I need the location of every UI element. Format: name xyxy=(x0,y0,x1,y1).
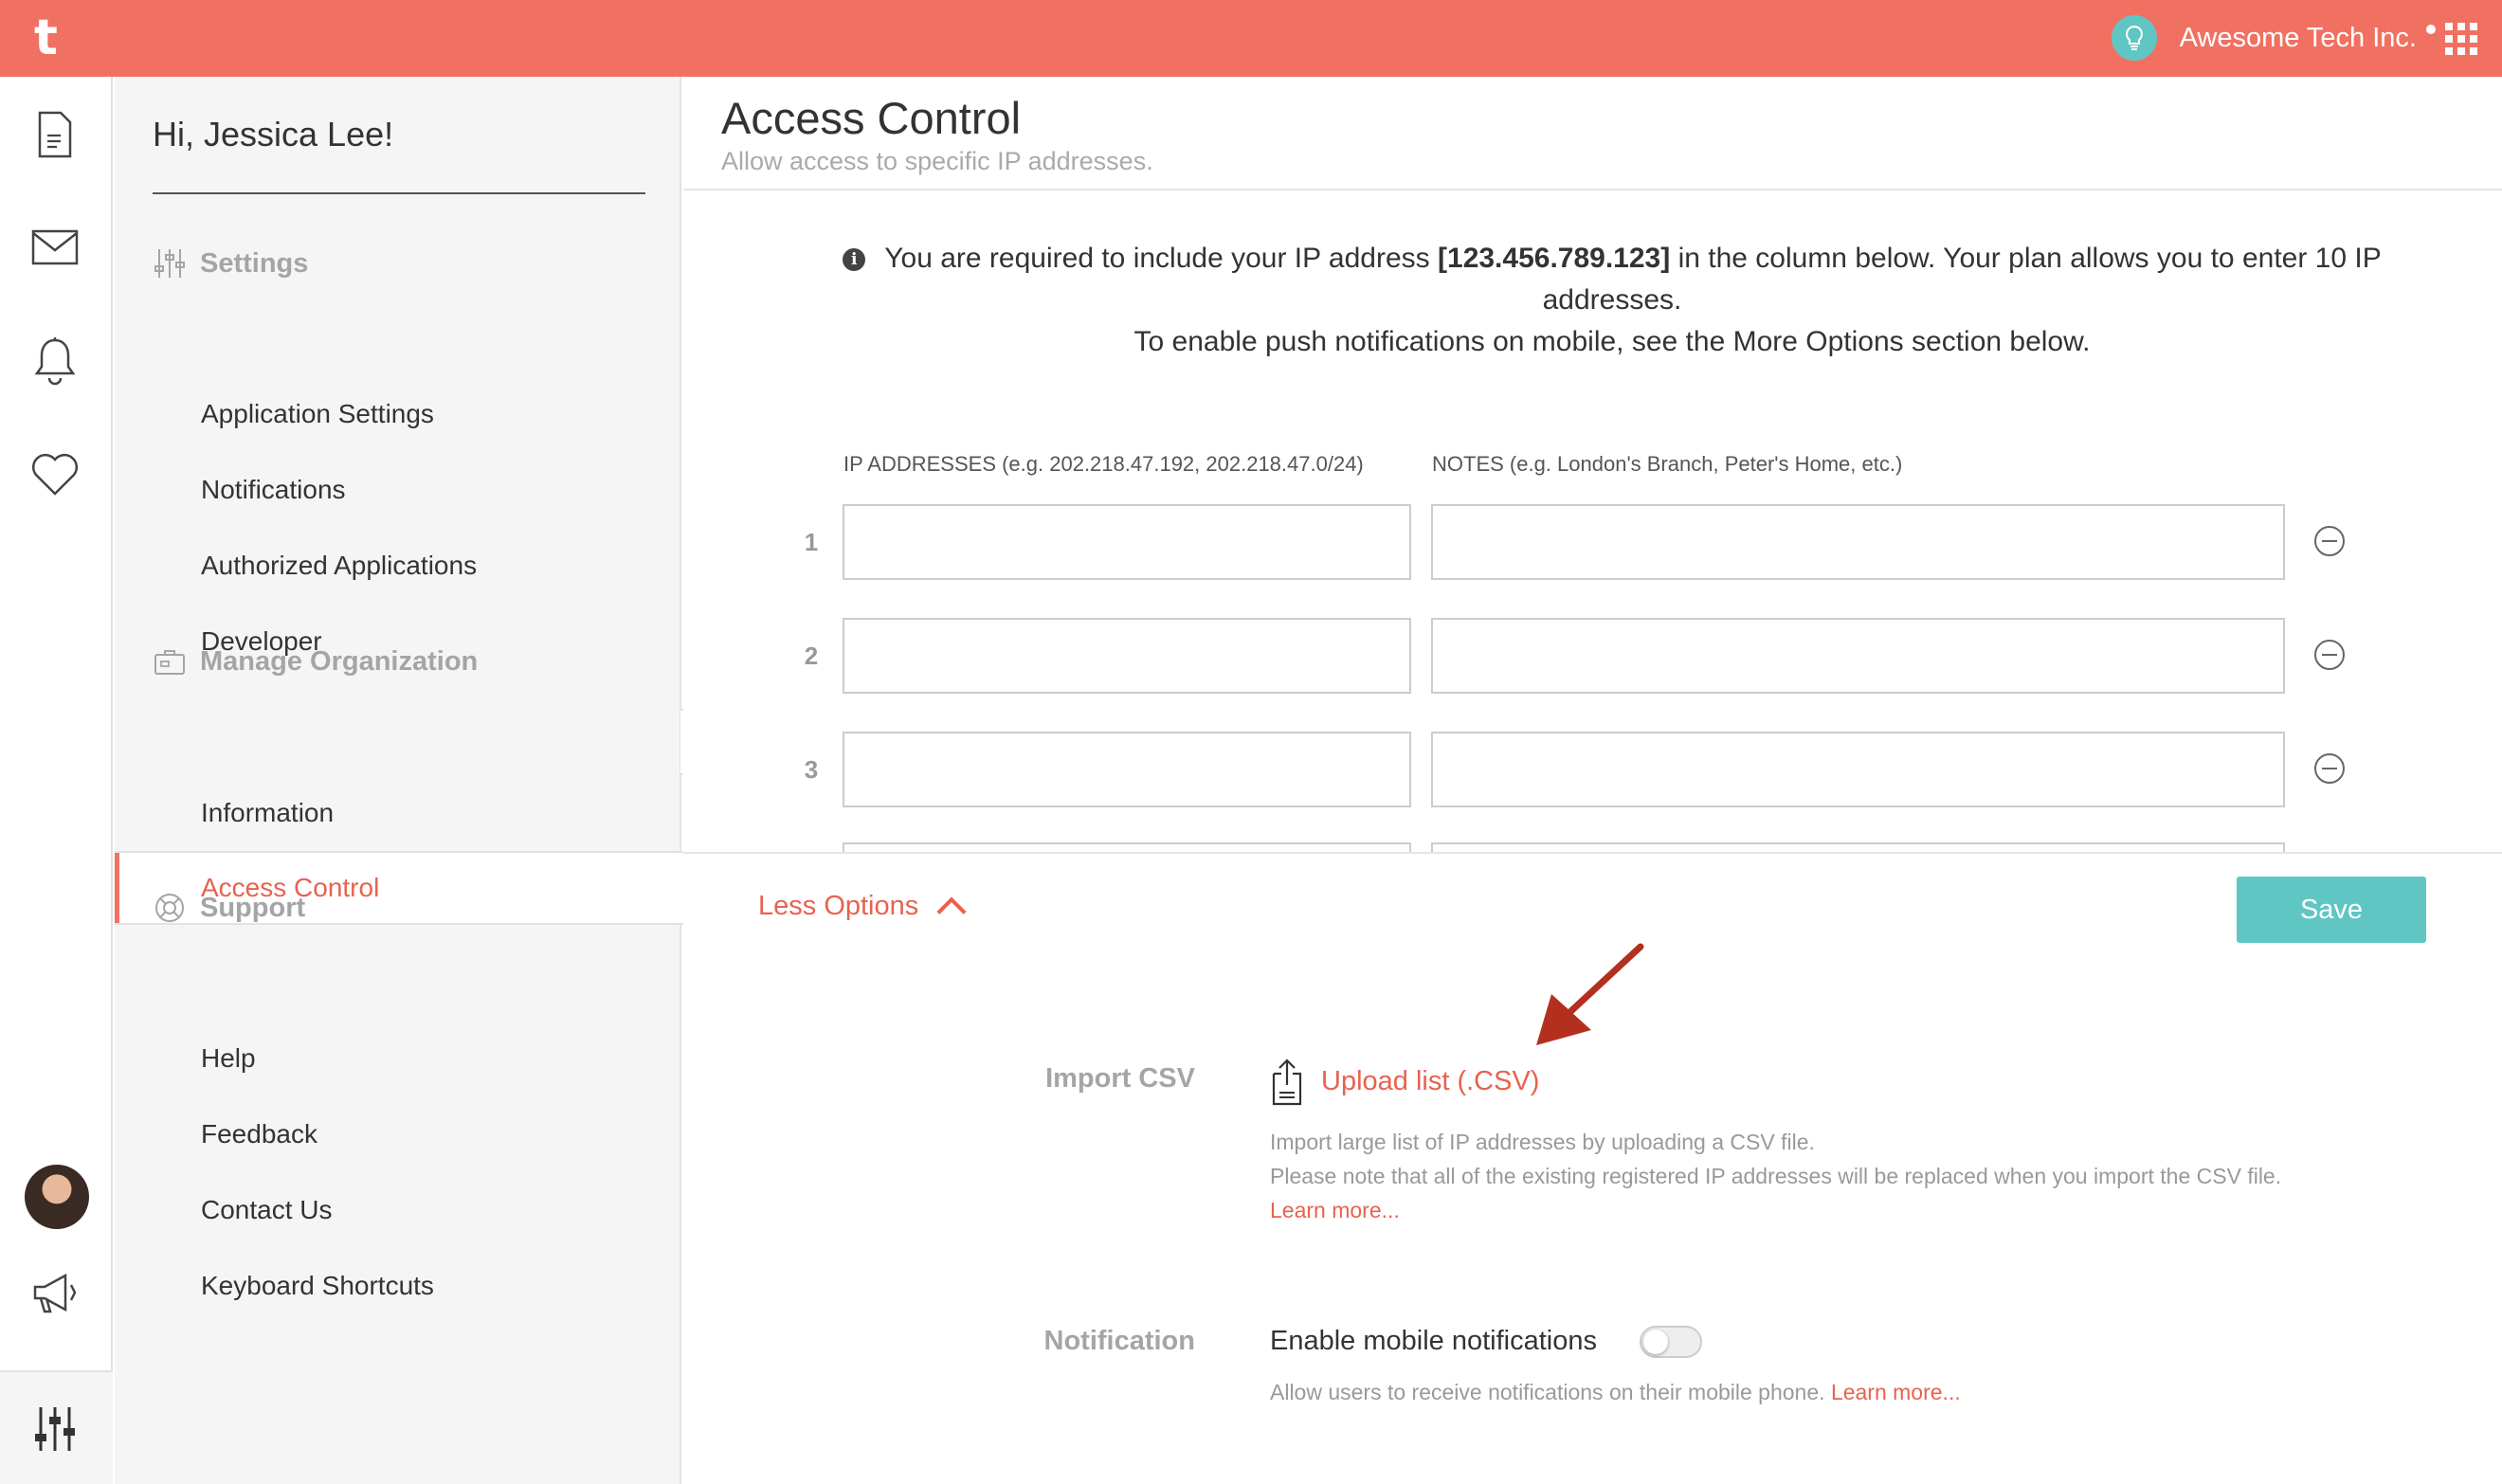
top-bar: t Awesome Tech Inc. xyxy=(0,0,2502,77)
sliders-icon[interactable] xyxy=(28,1403,82,1456)
sidebar-item-application-settings[interactable]: Application Settings xyxy=(115,377,681,451)
row-number: 1 xyxy=(804,528,819,556)
minus-icon xyxy=(2322,540,2337,542)
divider xyxy=(683,189,2502,190)
toggle-knob xyxy=(1643,1330,1668,1354)
ip-address-input[interactable] xyxy=(843,504,1411,580)
upload-csv-link[interactable]: Upload list (.CSV) xyxy=(1268,1057,1539,1106)
ip-address-input[interactable] xyxy=(843,732,1411,807)
bell-icon[interactable] xyxy=(28,335,82,388)
minus-icon xyxy=(2322,654,2337,656)
minus-icon xyxy=(2322,768,2337,769)
row-number: 3 xyxy=(804,755,819,784)
ip-address-input[interactable] xyxy=(843,618,1411,694)
main-panel: Access Control Allow access to specific … xyxy=(683,77,2502,1484)
divider xyxy=(153,192,645,194)
sidebar-item-feedback[interactable]: Feedback xyxy=(115,1097,681,1171)
chevron-up-icon xyxy=(936,896,967,927)
info-icon: i xyxy=(843,248,866,271)
notification-hint: Allow users to receive notifications on … xyxy=(1270,1375,1961,1409)
notification-label: Notification xyxy=(1043,1326,1196,1356)
info-message: i You are required to include your IP add… xyxy=(778,238,2446,363)
notes-column-header: NOTES (e.g. London's Branch, Peter's Hom… xyxy=(1432,452,1903,476)
notes-input[interactable] xyxy=(1431,504,2285,580)
sidebar-item-contact-us[interactable]: Contact Us xyxy=(115,1173,681,1247)
info-line2: To enable push notifications on mobile, … xyxy=(1133,326,2091,357)
remove-row-button[interactable] xyxy=(2314,526,2345,556)
import-hint-2: Please note that all of the existing reg… xyxy=(1270,1164,2282,1188)
sidebar-item-notifications[interactable]: Notifications xyxy=(115,453,681,527)
section-title: Manage Organization xyxy=(200,645,479,677)
section-settings: Settings xyxy=(153,244,308,282)
import-csv-label: Import CSV xyxy=(1045,1063,1195,1094)
section-title: Support xyxy=(200,892,306,923)
status-dot xyxy=(2426,25,2436,34)
settings-sidebar: Hi, Jessica Lee! Settings Application Se… xyxy=(115,77,683,1484)
org-name: Awesome Tech Inc. xyxy=(2179,22,2417,53)
page-subtitle: Allow access to specific IP addresses. xyxy=(721,147,1153,175)
user-avatar[interactable] xyxy=(25,1165,89,1229)
apps-grid-icon[interactable] xyxy=(2445,23,2477,55)
import-learn-more-link[interactable]: Learn more... xyxy=(1270,1193,1400,1227)
ip-column-header: IP ADDRESSES (e.g. 202.218.47.192, 202.2… xyxy=(843,452,1364,476)
save-button[interactable]: Save xyxy=(2237,877,2426,943)
notes-input-partial[interactable] xyxy=(1431,842,2285,852)
notification-hint-text: Allow users to receive notifications on … xyxy=(1270,1380,1825,1404)
notes-input[interactable] xyxy=(1431,732,2285,807)
notes-input[interactable] xyxy=(1431,618,2285,694)
lightbulb-icon xyxy=(2111,15,2157,61)
document-icon[interactable] xyxy=(28,108,82,161)
ip-address-input-partial[interactable] xyxy=(843,842,1411,852)
page-title: Access Control xyxy=(721,93,1022,143)
section-title: Settings xyxy=(200,247,309,279)
import-hint-1: Import large list of IP addresses by upl… xyxy=(1270,1130,1815,1154)
mail-icon[interactable] xyxy=(28,221,82,274)
section-manage-organization: Manage Organization xyxy=(153,642,478,680)
section-support: Support xyxy=(153,889,305,927)
annotation-arrow-icon xyxy=(1536,943,1644,1045)
sliders-icon xyxy=(153,246,187,281)
mobile-notifications-title: Enable mobile notifications xyxy=(1270,1326,1597,1356)
mobile-notifications-toggle[interactable] xyxy=(1640,1326,1702,1358)
heart-icon[interactable] xyxy=(28,448,82,501)
sidebar-item-information[interactable]: Information xyxy=(115,776,681,850)
less-options-label: Less Options xyxy=(758,890,919,921)
sidebar-item-help[interactable]: Help xyxy=(115,1022,681,1095)
greeting: Hi, Jessica Lee! xyxy=(153,115,394,154)
remove-row-button[interactable] xyxy=(2314,640,2345,670)
lifebuoy-icon xyxy=(153,891,187,925)
app-logo[interactable]: t xyxy=(34,13,72,63)
briefcase-icon xyxy=(153,644,187,679)
notification-learn-more-link[interactable]: Learn more... xyxy=(1831,1380,1961,1404)
upload-csv-label: Upload list (.CSV) xyxy=(1321,1065,1540,1096)
info-prefix: You are required to include your IP addr… xyxy=(884,243,1430,274)
icon-rail xyxy=(0,77,113,1484)
megaphone-icon[interactable] xyxy=(28,1267,82,1320)
divider xyxy=(683,852,2502,854)
sidebar-item-keyboard-shortcuts[interactable]: Keyboard Shortcuts xyxy=(115,1249,681,1323)
sidebar-item-authorized-applications[interactable]: Authorized Applications xyxy=(115,529,681,603)
settings-rail-section xyxy=(0,1370,113,1484)
info-ip: [123.456.789.123] xyxy=(1438,243,1671,274)
less-options-toggle[interactable]: Less Options xyxy=(758,890,967,927)
file-upload-icon xyxy=(1272,1059,1302,1106)
remove-row-button[interactable] xyxy=(2314,753,2345,784)
row-number: 2 xyxy=(804,642,819,670)
org-switcher[interactable]: Awesome Tech Inc. xyxy=(2111,13,2436,63)
